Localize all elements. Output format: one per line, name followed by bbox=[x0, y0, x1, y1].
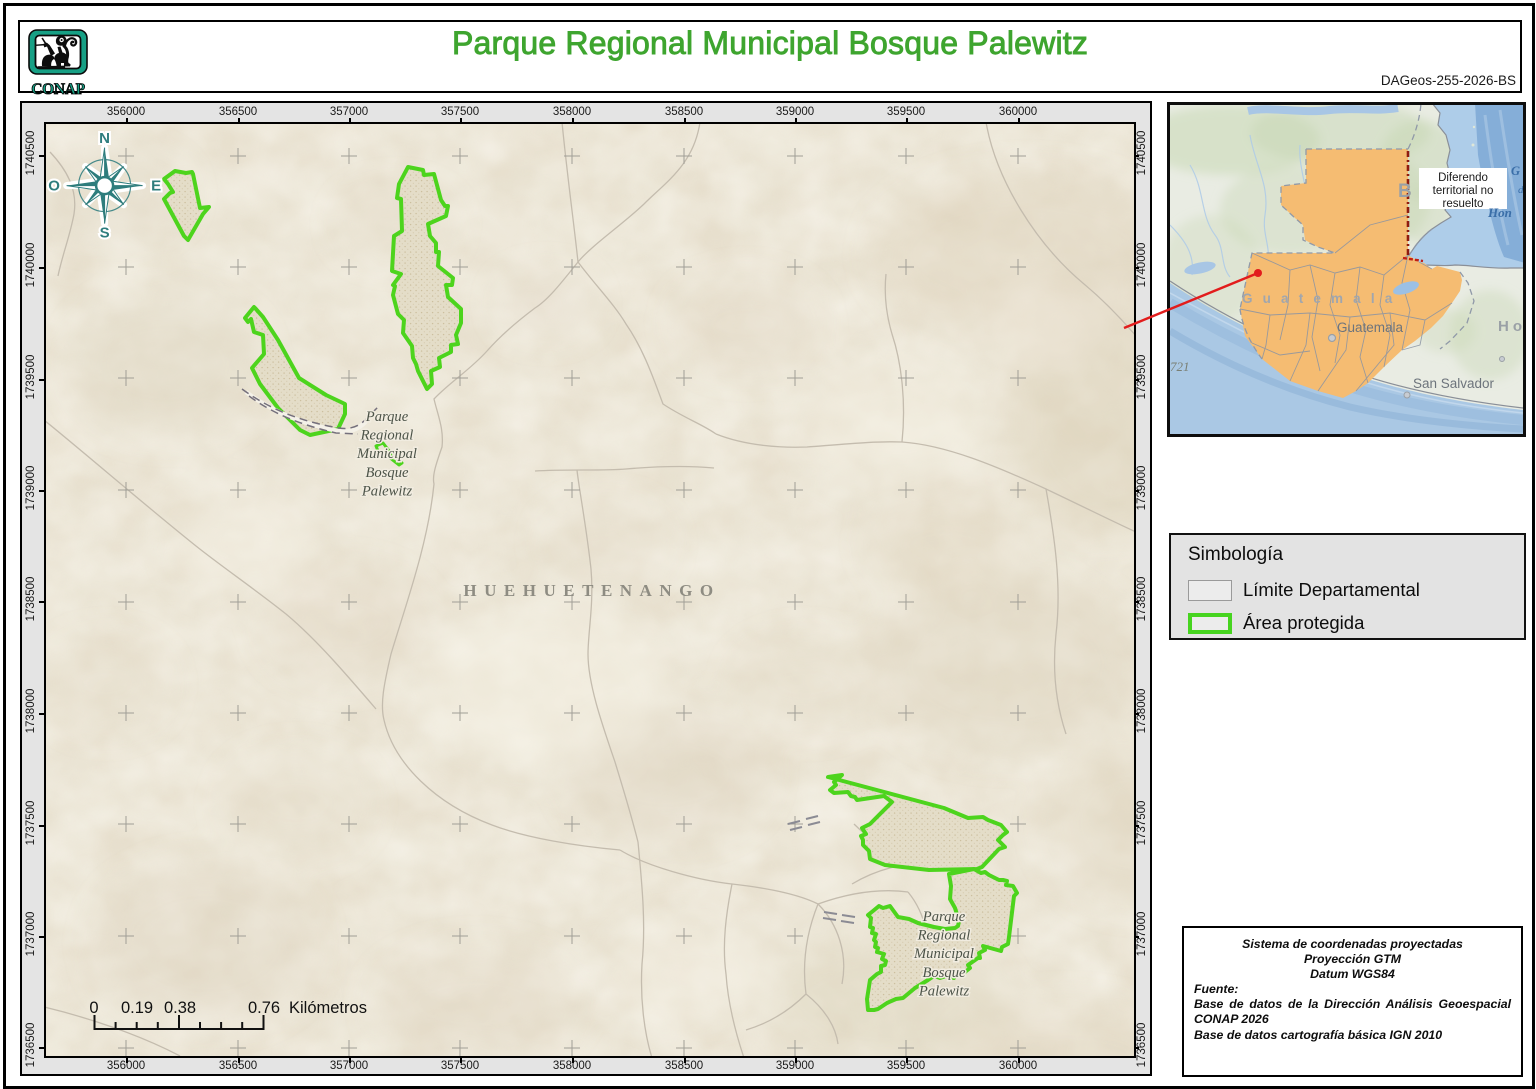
svg-text:S: S bbox=[100, 225, 110, 242]
svg-text:Hon: Hon bbox=[1487, 205, 1512, 220]
svg-text:Parque: Parque bbox=[365, 409, 409, 425]
svg-text:territorial no: territorial no bbox=[1433, 185, 1494, 197]
svg-text:Parque: Parque bbox=[922, 909, 966, 925]
svg-text:Palewitz: Palewitz bbox=[361, 483, 413, 499]
svg-text:Bosque: Bosque bbox=[923, 965, 966, 981]
svg-text:O: O bbox=[48, 178, 60, 195]
svg-text:Bosque: Bosque bbox=[366, 465, 409, 481]
svg-text:Regional: Regional bbox=[917, 928, 971, 944]
svg-text:0: 0 bbox=[89, 999, 98, 1017]
svg-text:0.38: 0.38 bbox=[164, 999, 196, 1017]
svg-text:0.19: 0.19 bbox=[121, 999, 153, 1017]
svg-text:Kilómetros: Kilómetros bbox=[289, 999, 367, 1017]
svg-text:Ho: Ho bbox=[1498, 318, 1523, 335]
svg-text:B: B bbox=[1398, 181, 1412, 202]
svg-text:Diferendo: Diferendo bbox=[1438, 172, 1488, 184]
svg-text:d: d bbox=[1518, 184, 1523, 196]
svg-text:721: 721 bbox=[1170, 359, 1190, 374]
svg-text:N: N bbox=[99, 130, 110, 147]
svg-text:Municipal: Municipal bbox=[913, 946, 974, 962]
svg-text:HUEHUETENANGO: HUEHUETENANGO bbox=[463, 581, 720, 600]
svg-text:E: E bbox=[151, 178, 161, 195]
svg-text:San Salvador: San Salvador bbox=[1413, 376, 1495, 391]
svg-text:Regional: Regional bbox=[360, 428, 414, 444]
svg-text:Guatemala: Guatemala bbox=[1337, 320, 1404, 335]
svg-text:Municipal: Municipal bbox=[356, 446, 417, 462]
svg-text:resuelto: resuelto bbox=[1443, 198, 1484, 210]
svg-text:Palewitz: Palewitz bbox=[918, 983, 970, 999]
svg-text:G: G bbox=[1511, 164, 1520, 178]
svg-text:0.76: 0.76 bbox=[248, 999, 280, 1017]
